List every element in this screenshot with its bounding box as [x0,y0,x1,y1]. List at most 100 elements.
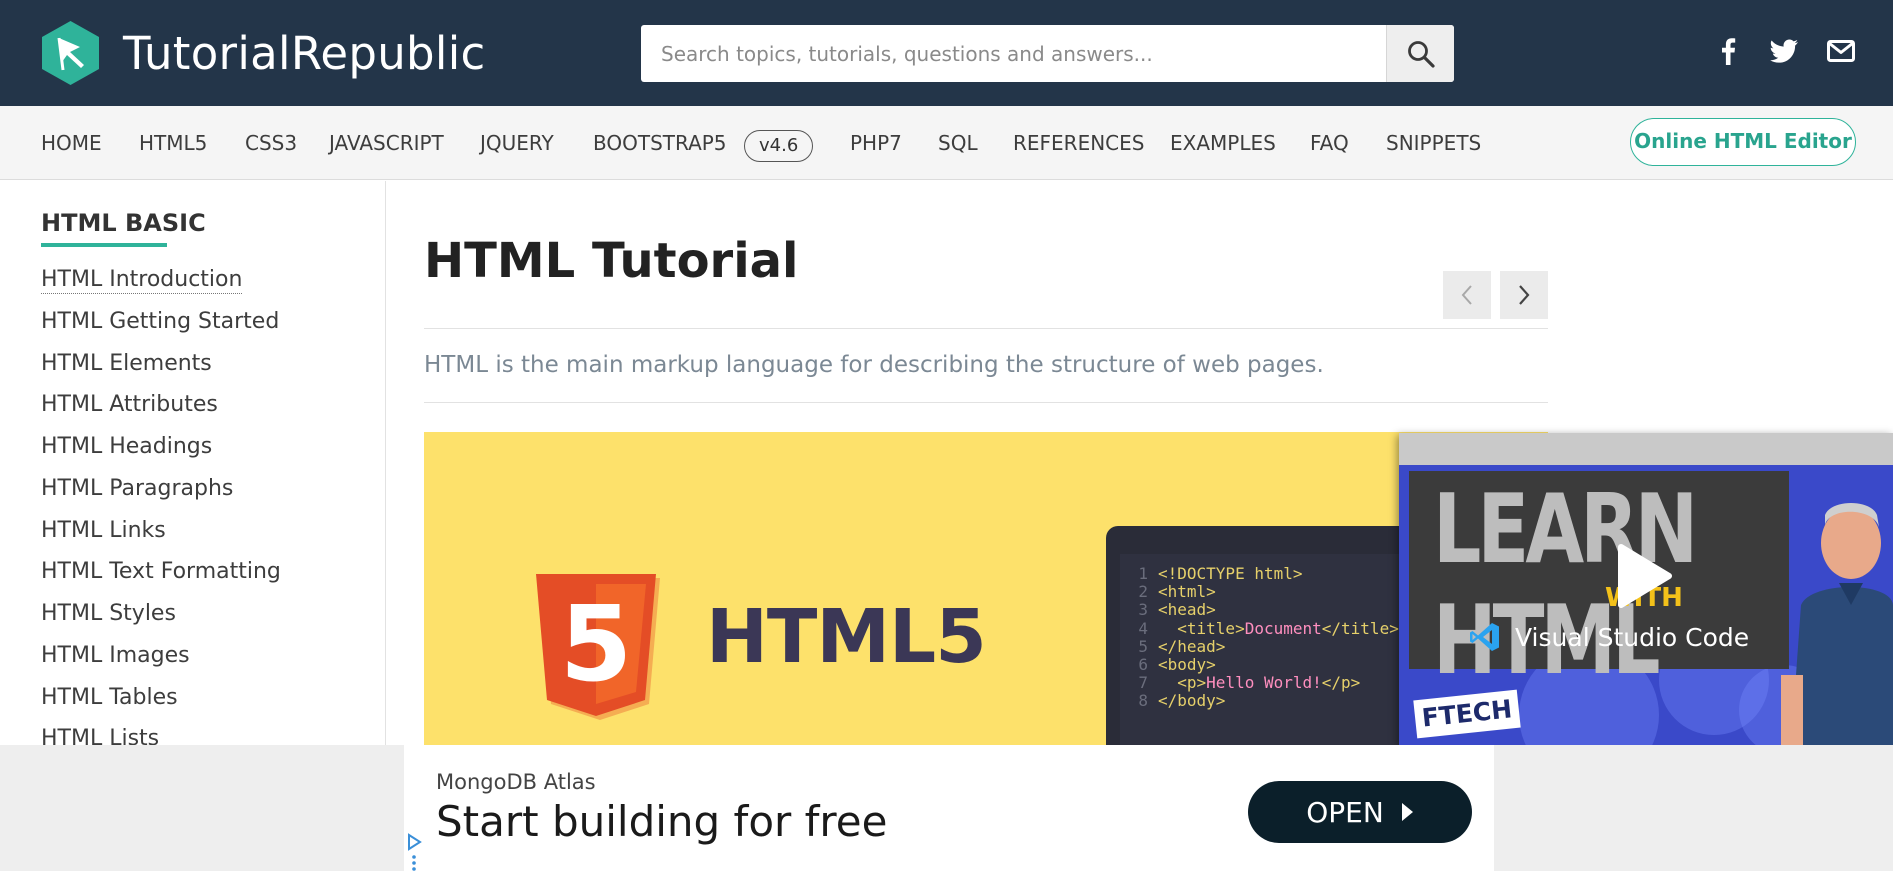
top-header: TutorialRepublic [0,0,1893,106]
nav-references[interactable]: REFERENCES [1013,106,1144,180]
code-tag: <title> [1177,618,1245,638]
sidebar-heading: HTML BASIC [41,209,206,237]
previous-page-button[interactable] [1443,271,1491,319]
next-page-button[interactable] [1500,271,1548,319]
video-title-panel: LEARN HTML WITH Visual Studio Code [1409,471,1789,696]
ad-headline: Start building for free [436,797,888,846]
nav-javascript[interactable]: JAVASCRIPT [329,106,444,180]
code-line-number: 3 [1138,600,1148,620]
ad-bar: MongoDB Atlas Start building for free OP… [0,745,1893,871]
site-logo[interactable]: TutorialRepublic [40,20,486,86]
vscode-icon [1470,623,1499,651]
code-tag: <!DOCTYPE html> [1158,564,1303,583]
sidebar-item-html-attributes[interactable]: HTML Attributes [41,392,218,417]
sidebar-item-html-paragraphs[interactable]: HTML Paragraphs [41,476,233,501]
code-line-number: 1 [1138,564,1148,583]
search-input[interactable] [641,25,1386,82]
nav-faq[interactable]: FAQ [1310,106,1349,180]
title-divider [424,328,1548,329]
facebook-link[interactable] [1716,34,1740,68]
search-bar [641,25,1454,82]
code-line-number: 7 [1138,673,1148,693]
code-tag: <html> [1158,582,1216,602]
code-tag: <body> [1158,655,1216,674]
code-line: 2 <html> [1120,582,1216,602]
sidebar-item-html-getting-started[interactable]: HTML Getting Started [41,309,279,334]
nav-bootstrap-version-badge[interactable]: v4.6 [744,130,814,162]
sidebar-item-html-lists[interactable]: HTML Lists [41,726,159,745]
sidebar-item-html-styles[interactable]: HTML Styles [41,601,176,626]
code-line: 5 </head> [1120,637,1225,656]
mongodb-ad[interactable]: MongoDB Atlas Start building for free OP… [404,745,1494,871]
html5-banner-image: 5 HTML5 1 <!DOCTYPE html> 2 <html> 3 <head> 4 … [424,432,1548,745]
search-button[interactable] [1386,25,1454,82]
sidebar-item-html-introduction[interactable]: HTML Introduction [41,267,243,294]
code-tag: </p> [1321,673,1361,693]
sidebar: HTML BASIC HTML Introduction HTML Gettin… [0,181,386,745]
brand-name: TutorialRepublic [123,26,486,80]
html5-shield-digit: 5 [560,583,632,705]
chevron-right-icon [1519,285,1530,305]
video-product-name: Visual Studio Code [1515,622,1750,652]
code-line-number: 5 [1138,636,1148,656]
code-line-number: 8 [1138,691,1148,711]
code-line: 6 <body> [1120,655,1216,674]
nav-php7[interactable]: PHP7 [850,106,902,180]
code-line: 8 </body> [1120,691,1225,710]
code-tag: </head> [1158,636,1226,656]
ad-sponsor: MongoDB Atlas [436,770,596,794]
presenter-image [1781,485,1893,745]
chevron-left-icon [1461,285,1472,305]
nav-css3[interactable]: CSS3 [245,106,297,180]
online-html-editor-button[interactable]: Online HTML Editor [1630,118,1856,166]
sidebar-item-html-headings[interactable]: HTML Headings [41,434,212,459]
channel-logo: FTECH [1413,689,1521,739]
twitter-icon [1770,39,1798,63]
code-line-number: 6 [1138,655,1148,674]
code-text: Hello World! [1206,673,1322,693]
play-icon [1618,544,1672,608]
code-tag: </body> [1158,691,1226,711]
sidebar-item-html-text-formatting[interactable]: HTML Text Formatting [41,559,281,584]
play-button[interactable] [1617,543,1673,614]
ad-open-button[interactable]: OPEN [1248,781,1472,843]
caret-right-icon [1401,803,1413,821]
code-line-number: 2 [1138,582,1148,602]
nav-examples[interactable]: EXAMPLES [1170,106,1276,180]
mail-icon [1827,40,1855,62]
code-tag: <p> [1177,673,1207,693]
ad-open-label: OPEN [1306,795,1384,829]
code-line: 1 <!DOCTYPE html> [1120,564,1303,583]
main-nav: HOME HTML5 CSS3 JAVASCRIPT JQUERY BOOTST… [0,106,1893,180]
sidebar-item-html-tables[interactable]: HTML Tables [41,685,178,710]
html5-banner-label: HTML5 [706,594,987,680]
code-line: 3 <head> [1120,600,1216,620]
nav-html5[interactable]: HTML5 [139,106,207,180]
nav-sql[interactable]: SQL [938,106,978,180]
code-line-number: 4 [1138,618,1148,638]
ad-choices-icon[interactable] [406,833,422,871]
facebook-icon [1722,38,1736,65]
code-text: Document [1244,618,1322,638]
email-link[interactable] [1826,34,1856,68]
video-player[interactable]: LEARN HTML WITH Visual Studio Code FTECH [1399,433,1893,745]
code-tag: </title> [1321,618,1399,638]
sidebar-item-html-images[interactable]: HTML Images [41,643,190,668]
sidebar-heading-underline [41,243,167,247]
search-icon [1407,40,1435,68]
nav-jquery[interactable]: JQUERY [480,106,554,180]
nav-bootstrap5[interactable]: BOOTSTRAP5 [593,106,727,180]
page-title: HTML Tutorial [424,233,799,289]
nav-snippets[interactable]: SNIPPETS [1386,106,1481,180]
lead-divider [424,402,1548,403]
nav-home[interactable]: HOME [41,106,102,180]
twitter-link[interactable] [1768,34,1800,68]
sidebar-item-html-elements[interactable]: HTML Elements [41,351,212,376]
code-line: 4 <title>Document</title> [1120,618,1399,638]
html5-shield-icon: 5 [528,570,664,727]
logo-icon [40,20,101,86]
code-tag: <head> [1158,600,1216,620]
sidebar-item-html-links[interactable]: HTML Links [41,518,166,543]
code-line: 7 <p>Hello World!</p> [1120,673,1360,692]
lead-paragraph: HTML is the main markup language for des… [424,352,1324,378]
